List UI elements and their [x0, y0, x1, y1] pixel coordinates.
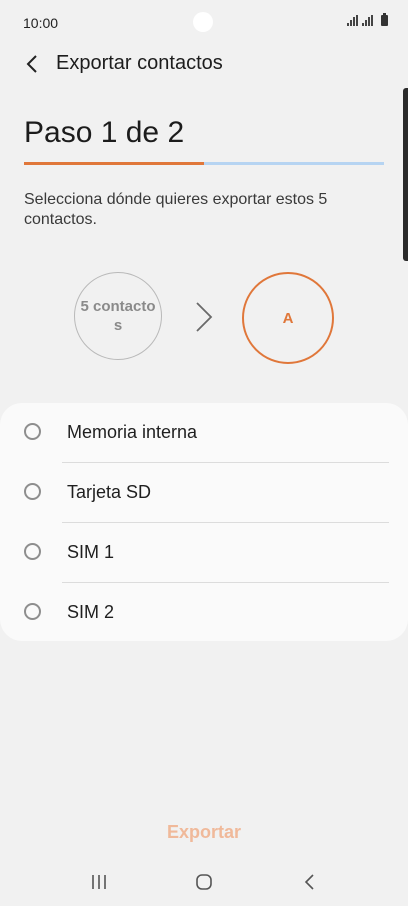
- option-sim-1[interactable]: SIM 1: [0, 523, 408, 583]
- nav-back-icon[interactable]: [300, 872, 320, 892]
- target-circle: A: [242, 272, 334, 364]
- chevron-left-icon: [26, 55, 37, 73]
- export-flow: 5 contactos A: [0, 270, 408, 364]
- step-title: Paso 1 de 2: [24, 116, 185, 149]
- back-button[interactable]: [18, 50, 46, 78]
- radio-button[interactable]: [24, 483, 41, 500]
- recent-apps-icon[interactable]: [89, 872, 109, 892]
- radio-button[interactable]: [24, 603, 41, 620]
- option-memoria-interna[interactable]: Memoria interna: [0, 403, 408, 463]
- step-progress-fill: [24, 162, 204, 165]
- option-label: SIM 2: [67, 602, 115, 622]
- home-icon[interactable]: [194, 872, 214, 892]
- description-text: Selecciona dónde quieres exportar estos …: [24, 191, 328, 228]
- battery-icon: [381, 13, 388, 26]
- option-tarjeta-sd[interactable]: Tarjeta SD: [0, 463, 408, 523]
- option-sim-2[interactable]: SIM 2: [0, 583, 408, 643]
- status-time: 10:00: [23, 15, 59, 31]
- status-icons: [347, 13, 388, 26]
- step-progress-bar: [24, 162, 384, 165]
- signal-icon: [347, 15, 358, 26]
- front-camera: [193, 12, 213, 32]
- option-label: Tarjeta SD: [67, 482, 152, 502]
- source-circle: 5 contactos: [74, 272, 162, 360]
- scroll-indicator[interactable]: [403, 88, 408, 261]
- export-button[interactable]: Exportar: [140, 818, 268, 846]
- app-header: Exportar contactos: [0, 44, 408, 84]
- page-title: Exportar contactos: [56, 52, 223, 74]
- option-label: SIM 1: [67, 542, 115, 562]
- option-label: Memoria interna: [67, 422, 198, 442]
- chevron-right-icon: [196, 302, 213, 332]
- destination-options: Memoria interna Tarjeta SD SIM 1 SIM 2: [0, 403, 408, 641]
- radio-button[interactable]: [24, 423, 41, 440]
- navigation-bar: [0, 862, 408, 902]
- signal-icon-2: [362, 15, 373, 26]
- status-bar: 10:00: [0, 0, 408, 44]
- radio-button[interactable]: [24, 543, 41, 560]
